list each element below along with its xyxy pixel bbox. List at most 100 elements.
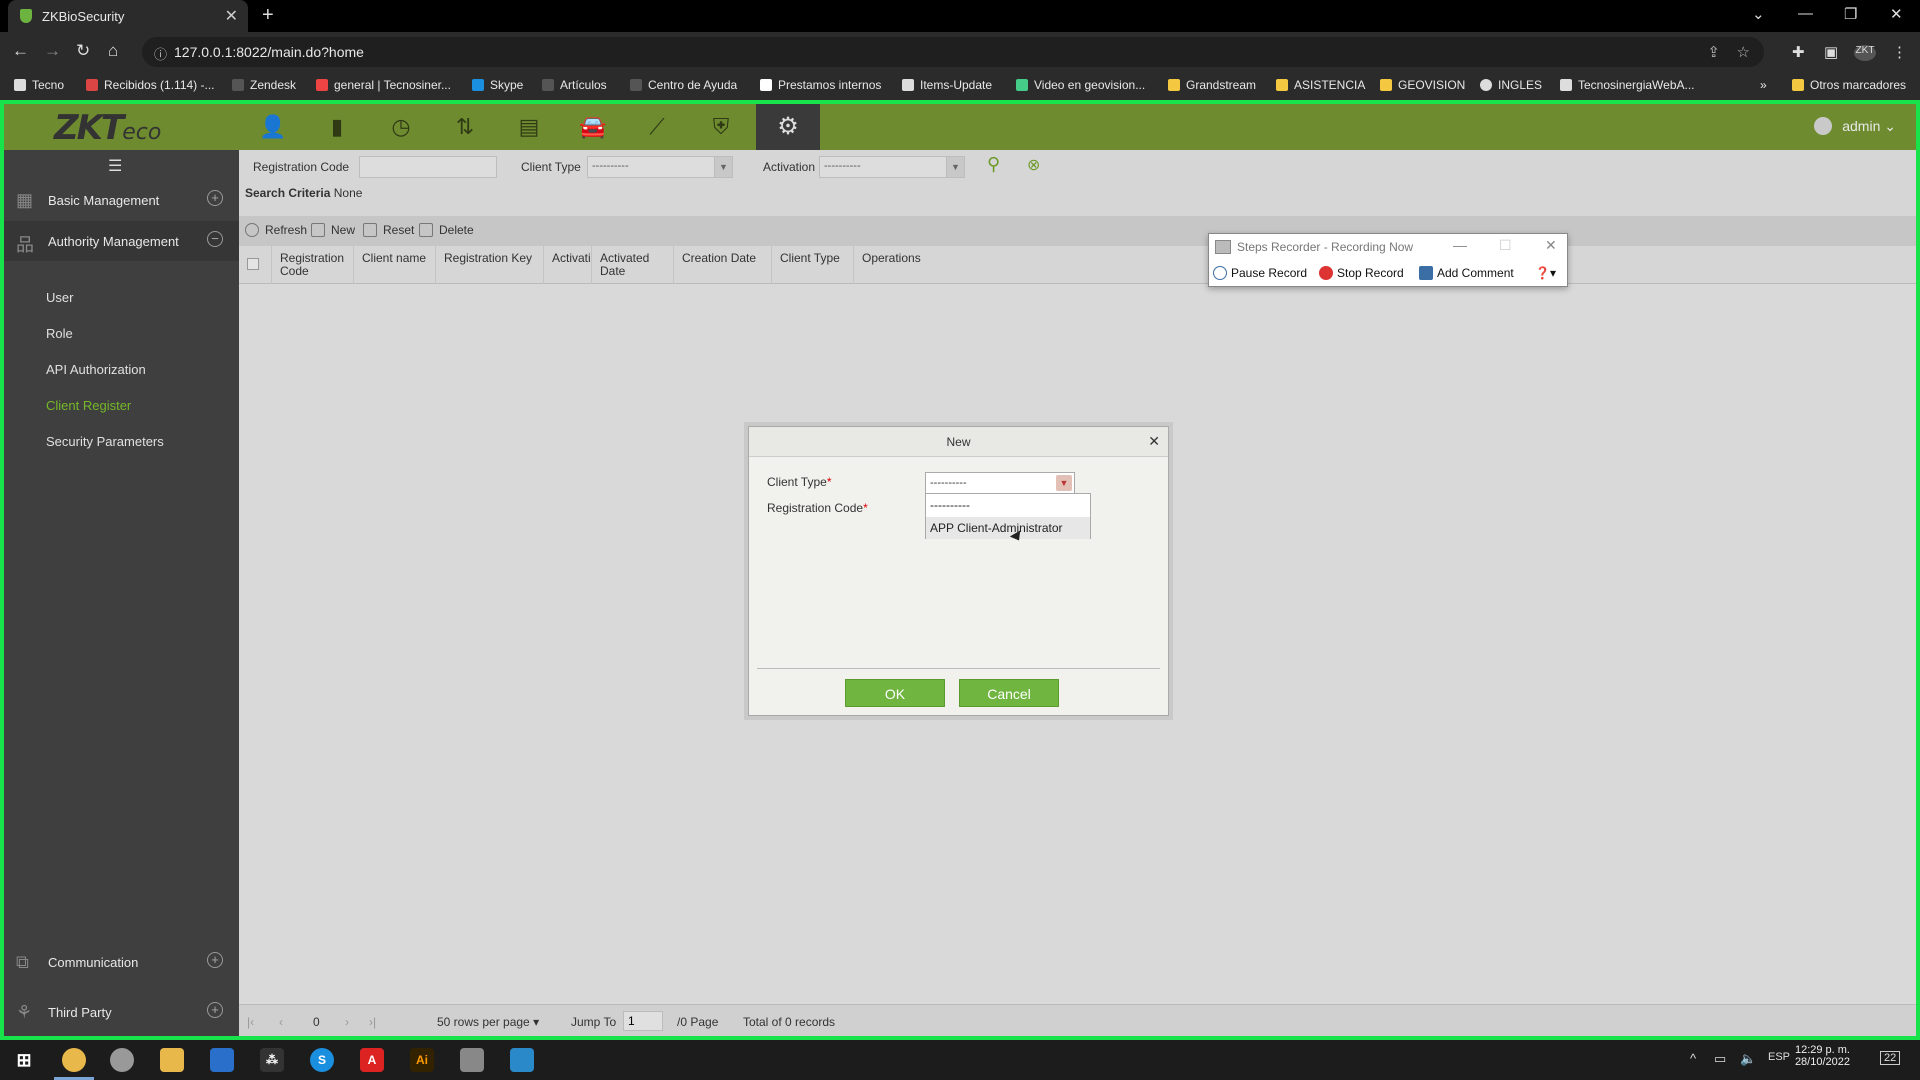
new-tab-icon[interactable]: + bbox=[262, 4, 274, 27]
column-header[interactable]: Operations bbox=[853, 246, 973, 284]
other-bookmarks[interactable]: Otros marcadores bbox=[1792, 78, 1906, 92]
collapse-icon[interactable]: − bbox=[207, 231, 223, 247]
menu-toggle-icon[interactable]: ☰ bbox=[108, 156, 122, 176]
first-page-icon[interactable]: |‹ bbox=[247, 1015, 254, 1029]
dropdown-option[interactable]: ---------- bbox=[926, 494, 1090, 516]
close-tab-icon[interactable]: ✕ bbox=[225, 6, 238, 26]
network-icon[interactable]: ▭ bbox=[1714, 1051, 1726, 1067]
bookmark-item[interactable]: INGLES bbox=[1480, 78, 1542, 92]
site-info-icon[interactable]: ⓘ bbox=[154, 44, 167, 63]
personnel-module-icon[interactable]: 👤 bbox=[258, 112, 288, 142]
rows-per-page-select[interactable]: 50 rows per page ▾ bbox=[437, 1015, 539, 1029]
sidebar-item-user[interactable]: User bbox=[46, 290, 73, 305]
clock[interactable]: 12:29 p. m. 28/10/2022 bbox=[1795, 1044, 1850, 1068]
sidebar-item-security-parameters[interactable]: Security Parameters bbox=[46, 434, 164, 449]
patrol-module-icon[interactable]: ⟋ bbox=[642, 112, 672, 142]
sidebar-item-api-authorization[interactable]: API Authorization bbox=[46, 362, 146, 377]
browser-tab[interactable]: ZKBioSecurity ✕ bbox=[8, 0, 248, 32]
jump-to-input[interactable]: 1 bbox=[623, 1011, 663, 1031]
steps-recorder-task-icon[interactable] bbox=[510, 1048, 534, 1072]
registration-code-input[interactable] bbox=[359, 156, 497, 178]
delete-button[interactable]: Delete bbox=[419, 223, 474, 237]
dropdown-option[interactable]: APP Client-Administrator bbox=[926, 517, 1090, 539]
column-header[interactable]: Client Type bbox=[771, 246, 853, 284]
acrobat-icon[interactable]: A bbox=[360, 1048, 384, 1072]
screen-tool-icon[interactable] bbox=[460, 1048, 484, 1072]
column-header[interactable]: Registration Key bbox=[435, 246, 543, 284]
prev-page-icon[interactable]: ‹ bbox=[279, 1015, 283, 1029]
sidebar-item-role[interactable]: Role bbox=[46, 326, 73, 341]
bookmark-item[interactable]: Centro de Ayuda bbox=[630, 78, 737, 92]
reload-icon[interactable]: ↻ bbox=[76, 41, 90, 61]
clear-search-icon[interactable]: ⊗ bbox=[1027, 155, 1040, 175]
bookmark-item[interactable]: Items-Update bbox=[902, 78, 992, 92]
back-icon[interactable]: ← bbox=[12, 41, 29, 61]
select-all-checkbox[interactable] bbox=[247, 258, 259, 270]
photos-icon[interactable] bbox=[210, 1048, 234, 1072]
parking-module-icon[interactable]: 🚘 bbox=[578, 112, 608, 142]
address-bar[interactable]: ⓘ 127.0.0.1:8022/main.do?home ⇪ ☆ bbox=[142, 37, 1764, 67]
system-module-gear-icon[interactable]: ⚙ bbox=[756, 104, 820, 150]
chrome-icon[interactable] bbox=[62, 1048, 86, 1072]
add-comment-button[interactable]: Add Comment bbox=[1419, 266, 1514, 280]
chevron-down-icon[interactable]: ▼ bbox=[1056, 475, 1072, 491]
bookmark-item[interactable]: Video en geovision... bbox=[1016, 78, 1145, 92]
column-header[interactable]: Client name bbox=[353, 246, 435, 284]
bookmark-item[interactable]: Recibidos (1.114) -... bbox=[86, 78, 215, 92]
menu-icon[interactable]: ⋮ bbox=[1892, 43, 1907, 61]
bookmark-item[interactable]: Artículos bbox=[542, 78, 607, 92]
security-module-icon[interactable]: ⛨ bbox=[706, 112, 736, 142]
activation-select[interactable]: ---------- ▼ bbox=[819, 156, 965, 178]
close-icon[interactable]: ✕ bbox=[1148, 433, 1160, 450]
client-type-select[interactable]: ---------- ▼ bbox=[925, 472, 1075, 494]
sidebar-item-client-register[interactable]: Client Register bbox=[46, 398, 131, 413]
profile-avatar[interactable]: ZKT bbox=[1854, 45, 1876, 61]
stop-record-button[interactable]: Stop Record bbox=[1319, 266, 1404, 280]
attendance-module-icon[interactable]: ◷ bbox=[386, 112, 416, 142]
visitor-module-icon[interactable]: ▤ bbox=[514, 112, 544, 142]
sidebar-section-third-party[interactable]: ⚘ Third Party + bbox=[4, 992, 239, 1032]
bookmark-item[interactable]: TecnosinergiaWebA... bbox=[1560, 78, 1695, 92]
search-icon[interactable]: ⚲ bbox=[987, 154, 1000, 175]
expand-icon[interactable]: + bbox=[207, 1002, 223, 1018]
help-icon[interactable]: ❓▾ bbox=[1535, 266, 1556, 280]
language-indicator[interactable]: ESP bbox=[1768, 1051, 1790, 1063]
access-module-icon[interactable]: ▮ bbox=[322, 112, 352, 142]
notifications-icon[interactable]: 22 bbox=[1880, 1051, 1901, 1065]
illustrator-icon[interactable]: Ai bbox=[410, 1048, 434, 1072]
sidebar-section-basic-management[interactable]: ▦ Basic Management + bbox=[4, 180, 239, 220]
sidebar-section-communication[interactable]: ⧉ Communication + bbox=[4, 942, 239, 982]
maximize-icon[interactable]: ☐ bbox=[1499, 237, 1512, 254]
expand-icon[interactable]: + bbox=[207, 190, 223, 206]
minimize-icon[interactable]: — bbox=[1798, 5, 1813, 22]
skype-app-icon[interactable]: S bbox=[310, 1048, 334, 1072]
new-button[interactable]: New bbox=[311, 223, 355, 237]
sidebar-section-authority-management[interactable]: 品 Authority Management − bbox=[4, 221, 239, 261]
vpn-shield-icon[interactable] bbox=[110, 1048, 134, 1072]
user-menu[interactable]: admin ⌄ bbox=[1814, 117, 1896, 135]
file-explorer-icon[interactable] bbox=[160, 1048, 184, 1072]
column-header[interactable]: Activated Date bbox=[591, 246, 673, 284]
restore-icon[interactable]: ❐ bbox=[1844, 5, 1857, 23]
side-panel-icon[interactable]: ▣ bbox=[1824, 43, 1838, 61]
bookmark-item[interactable]: general | Tecnosiner... bbox=[316, 78, 451, 92]
column-header[interactable]: Activation bbox=[543, 246, 591, 284]
reset-button[interactable]: Reset bbox=[363, 223, 414, 237]
bookmark-folder[interactable]: GEOVISION bbox=[1380, 78, 1465, 92]
close-icon[interactable]: ✕ bbox=[1545, 237, 1557, 254]
ok-button[interactable]: OK bbox=[845, 679, 945, 707]
windows-start-icon[interactable]: ⊞ bbox=[12, 1048, 36, 1072]
refresh-button[interactable]: Refresh bbox=[245, 223, 307, 237]
last-page-icon[interactable]: ›| bbox=[369, 1015, 376, 1029]
elevator-module-icon[interactable]: ⇅ bbox=[450, 112, 480, 142]
bookmark-folder[interactable]: Grandstream bbox=[1168, 78, 1256, 92]
bookmark-item[interactable]: Skype bbox=[472, 78, 523, 92]
tab-search-icon[interactable]: ⌄ bbox=[1752, 5, 1765, 23]
more-bookmarks-icon[interactable]: » bbox=[1760, 78, 1767, 92]
minimize-icon[interactable]: — bbox=[1453, 237, 1467, 253]
chevron-up-icon[interactable]: ^ bbox=[1690, 1051, 1696, 1066]
extensions-icon[interactable]: ✚ bbox=[1792, 43, 1805, 61]
slack-app-icon[interactable]: ⁂ bbox=[260, 1048, 284, 1072]
cancel-button[interactable]: Cancel bbox=[959, 679, 1059, 707]
share-icon[interactable]: ⇪ bbox=[1707, 43, 1720, 61]
